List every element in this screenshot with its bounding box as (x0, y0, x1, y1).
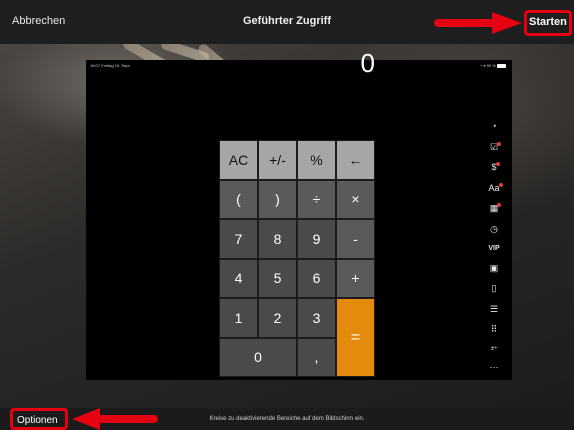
status-right: ⌁ ▾ 90 % (480, 63, 506, 68)
drop-icon[interactable]: ◔ (491, 122, 496, 131)
key-4[interactable]: 4 (219, 258, 258, 298)
key-7[interactable]: 7 (219, 219, 258, 259)
more-icon[interactable]: ⋯ (490, 363, 499, 372)
phone-icon[interactable]: ▯ (492, 284, 497, 293)
key-8[interactable]: 8 (258, 219, 297, 259)
key-multiply[interactable]: × (336, 179, 375, 219)
options-button[interactable]: Optionen (17, 415, 58, 426)
arrow-right-annotation (434, 12, 522, 34)
tool-rail: ◔ ☑ $ Aa ▦ ◷ VIP ▣ ▯ ☰ ⠿ ±÷ ⋯ (484, 122, 504, 372)
math-ops-icon[interactable]: ±÷ (491, 346, 498, 352)
grid-icon[interactable]: ▦ (490, 203, 502, 213)
key-equals[interactable]: = (336, 298, 375, 377)
key-3[interactable]: 3 (297, 298, 336, 338)
key-close-paren[interactable]: ) (258, 179, 297, 219)
options-highlight-box: Optionen (10, 408, 68, 430)
key-9[interactable]: 9 (297, 219, 336, 259)
checklist-icon[interactable]: ☑ (490, 141, 502, 152)
calculator-display: 0 (360, 48, 375, 78)
start-button[interactable]: Starten (529, 16, 567, 28)
clock-icon[interactable]: ◷ (490, 224, 498, 234)
dollar-icon[interactable]: $ (491, 162, 500, 172)
key-open-paren[interactable]: ( (219, 179, 258, 219)
battery-icon (497, 63, 506, 68)
key-plus[interactable]: + (336, 258, 375, 298)
key-6[interactable]: 6 (297, 258, 336, 298)
key-2[interactable]: 2 (258, 298, 297, 338)
vip-icon[interactable]: VIP (488, 245, 499, 252)
key-5[interactable]: 5 (258, 258, 297, 298)
key-1[interactable]: 1 (219, 298, 258, 338)
key-backspace[interactable]: ← (336, 140, 375, 180)
key-divide[interactable]: ÷ (297, 179, 336, 219)
status-time-date: 18:07 Freitag 19. Sept. (90, 63, 131, 68)
list-icon[interactable]: ☰ (490, 304, 498, 314)
arrow-left-annotation (72, 408, 158, 430)
start-highlight-box: Starten (524, 10, 572, 36)
key-minus[interactable]: - (336, 219, 375, 259)
star-box-icon[interactable]: ▣ (490, 263, 499, 273)
key-comma[interactable]: , (297, 337, 336, 377)
key-percent[interactable]: % (297, 140, 336, 180)
dots-grid-icon[interactable]: ⠿ (491, 325, 498, 334)
key-0[interactable]: 0 (219, 337, 297, 377)
key-clear[interactable]: AC (219, 140, 258, 180)
key-sign[interactable]: +/- (258, 140, 297, 180)
font-size-icon[interactable]: Aa (488, 182, 503, 193)
calculator-keypad: AC +/- % ← ( ) ÷ × 7 8 9 - 4 5 6 + 1 2 3… (219, 140, 375, 377)
